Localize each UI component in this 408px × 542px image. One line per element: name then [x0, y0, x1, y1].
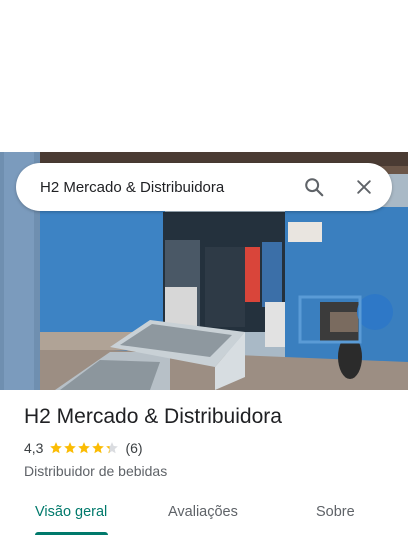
tab-reviews[interactable]: Avaliações — [168, 504, 238, 520]
star-icon — [106, 442, 119, 454]
star-rating — [49, 441, 119, 455]
rating-row[interactable]: 4,3 (6) — [24, 439, 394, 457]
search-input[interactable]: H2 Mercado & Distribuidora — [40, 179, 294, 196]
place-category[interactable]: Distribuidor de bebidas — [24, 463, 394, 479]
tab-about[interactable]: Sobre — [316, 504, 355, 520]
review-count[interactable]: (6) — [125, 440, 142, 456]
search-bar[interactable]: H2 Mercado & Distribuidora — [16, 163, 392, 211]
star-icon — [64, 442, 77, 454]
place-info: H2 Mercado & Distribuidora 4,3 (6) Distr… — [24, 405, 394, 479]
close-icon — [357, 180, 371, 194]
place-tabs: Visão geral Avaliações Sobre — [0, 492, 408, 542]
place-title: H2 Mercado & Distribuidora — [24, 405, 282, 428]
search-icon — [305, 178, 324, 197]
rating-value: 4,3 — [24, 440, 44, 456]
star-icon — [78, 442, 91, 454]
star-icon — [50, 442, 63, 454]
active-tab-indicator — [35, 532, 108, 535]
map-area-blank — [0, 0, 408, 152]
close-button[interactable] — [344, 167, 384, 207]
tab-overview[interactable]: Visão geral — [35, 504, 107, 520]
star-icon — [92, 442, 105, 454]
search-button[interactable] — [294, 167, 334, 207]
